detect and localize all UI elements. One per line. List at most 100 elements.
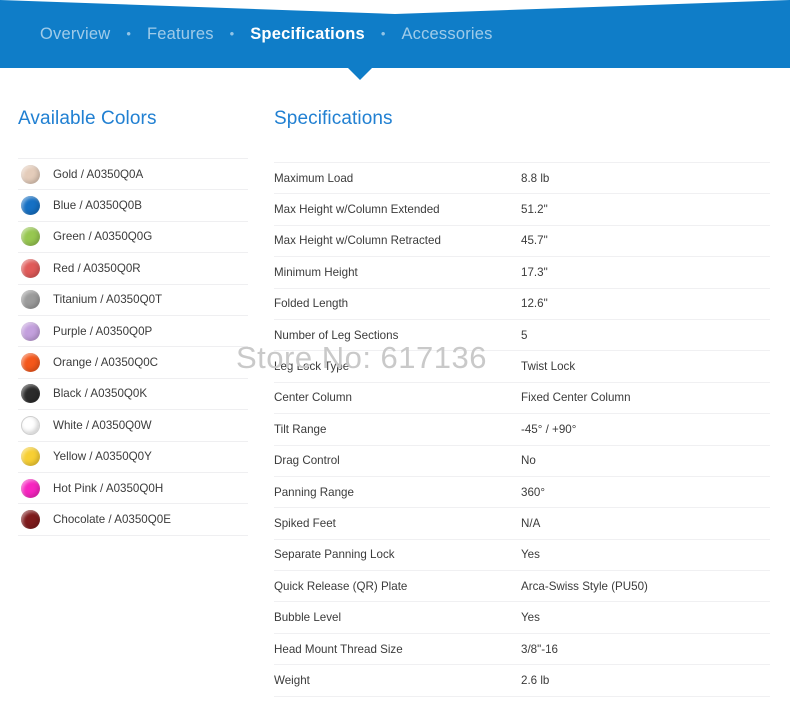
spec-row: Max Height w/Column Extended 51.2" (274, 194, 770, 226)
spec-value: -45° / +90° (521, 422, 577, 436)
color-option-row[interactable]: White / A0350Q0W (18, 410, 248, 442)
color-swatch-icon (21, 415, 40, 435)
available-colors-title: Available Colors (18, 108, 157, 129)
color-option-row[interactable]: Hot Pink / A0350Q0H (18, 473, 248, 505)
available-colors-panel: Available Colors Gold / A0350Q0A Blue / A… (18, 108, 248, 536)
spec-key: Panning Range (274, 485, 354, 499)
specifications-table: Maximum Load 8.8 lb Max Height w/Column Ex… (274, 162, 770, 697)
spec-key: Max Height w/Column Extended (274, 203, 440, 217)
spec-value: 5 (521, 328, 528, 342)
nav-separator-dot-icon: • (126, 25, 131, 41)
color-option-label: Orange / A0350Q0C (53, 356, 159, 370)
spec-value: N/A (521, 516, 541, 530)
color-option-row[interactable]: Blue / A0350Q0B (18, 190, 248, 222)
color-option-row[interactable]: Orange / A0350Q0C (18, 347, 248, 379)
spec-key: Bubble Level (274, 611, 342, 625)
spec-key: Weight (274, 673, 310, 687)
spec-row: Bubble Level Yes (274, 602, 770, 634)
spec-key: Maximum Load (274, 171, 354, 185)
specifications-title: Specifications (274, 108, 393, 129)
color-option-row[interactable]: Purple / A0350Q0P (18, 316, 248, 348)
spec-key: Minimum Height (274, 265, 358, 279)
color-option-label: White / A0350Q0W (53, 418, 152, 432)
color-option-label: Yellow / A0350Q0Y (53, 450, 152, 464)
color-swatch-icon (21, 258, 40, 278)
color-option-row[interactable]: Gold / A0350Q0A (18, 159, 248, 191)
spec-key: Spiked Feet (274, 516, 336, 530)
active-tab-pointer-icon (347, 67, 373, 80)
spec-row: Drag Control No (274, 446, 770, 477)
nav-separator-dot-icon: • (229, 25, 235, 41)
spec-row: Number of Leg Sections 5 (274, 320, 770, 352)
color-option-label: Purple / A0350Q0P (53, 324, 153, 338)
color-swatch-icon (21, 196, 40, 216)
spec-key: Quick Release (QR) Plate (274, 579, 408, 593)
color-option-label: Green / A0350Q0G (53, 230, 153, 244)
nav-item-accessories[interactable]: Accessories (401, 23, 492, 46)
spec-value: 2.6 lb (521, 673, 550, 687)
color-option-label: Hot Pink / A0350Q0H (53, 481, 164, 495)
color-option-row[interactable]: Chocolate / A0350Q0E (18, 504, 248, 536)
color-swatch-icon (21, 290, 40, 310)
color-swatch-icon (21, 447, 40, 467)
color-swatch-icon (21, 227, 40, 247)
spec-value: No (521, 454, 536, 468)
spec-row: Minimum Height 17.3" (274, 257, 770, 289)
color-option-label: Gold / A0350Q0A (53, 167, 144, 181)
spec-value: 3/8"-16 (521, 642, 558, 656)
available-colors-list: Gold / A0350Q0A Blue / A0350Q0B Green / A0… (18, 158, 248, 536)
color-option-label: Titanium / A0350Q0T (53, 293, 163, 307)
color-option-row[interactable]: Titanium / A0350Q0T (18, 285, 248, 316)
color-option-label: Chocolate / A0350Q0E (53, 512, 171, 526)
spec-row: Maximum Load 8.8 lb (274, 163, 770, 195)
spec-row: Quick Release (QR) Plate Arca-Swiss Style… (274, 571, 770, 603)
spec-row: Head Mount Thread Size 3/8"-16 (274, 634, 770, 666)
nav-item-specifications[interactable]: Specifications (250, 23, 365, 46)
spec-row: Max Height w/Column Retracted 45.7" (274, 226, 770, 258)
spec-value: Arca-Swiss Style (PU50) (521, 579, 648, 593)
nav-item-features[interactable]: Features (147, 23, 214, 46)
spec-key: Max Height w/Column Retracted (274, 234, 441, 248)
color-swatch-icon (21, 384, 40, 404)
nav-separator-dot-icon: • (380, 25, 386, 41)
color-swatch-icon (21, 478, 40, 498)
spec-value: 17.3" (521, 265, 548, 279)
spec-key: Head Mount Thread Size (274, 642, 403, 656)
spec-value: 45.7" (521, 234, 548, 248)
spec-value: Yes (521, 548, 540, 562)
spec-value: Fixed Center Column (521, 391, 631, 405)
spec-value: 12.6" (521, 297, 548, 311)
spec-key: Leg Lock Type (274, 360, 350, 374)
specifications-panel: Specifications Maximum Load 8.8 lb Max Hei… (274, 108, 770, 697)
color-option-row[interactable]: Green / A0350Q0G (18, 222, 248, 254)
spec-row: Separate Panning Lock Yes (274, 540, 770, 572)
spec-row: Weight 2.6 lb (274, 665, 770, 697)
spec-key: Center Column (274, 391, 352, 405)
spec-key: Folded Length (274, 297, 349, 311)
color-option-row[interactable]: Black / A0350Q0K (18, 379, 248, 411)
spec-value: 51.2" (521, 203, 548, 217)
color-option-label: Black / A0350Q0K (53, 387, 148, 401)
spec-value: 8.8 lb (521, 171, 550, 185)
primary-navigation: Overview • Features • Specifications • Accesso… (0, 0, 790, 68)
spec-key: Drag Control (274, 454, 340, 468)
color-option-label: Blue / A0350Q0B (53, 199, 142, 213)
spec-row: Panning Range 360° (274, 477, 770, 509)
spec-row: Folded Length 12.6" (274, 289, 770, 320)
color-option-row[interactable]: Red / A0350Q0R (18, 253, 248, 285)
spec-value: Twist Lock (521, 360, 576, 374)
color-swatch-icon (21, 321, 40, 341)
spec-key: Number of Leg Sections (274, 328, 399, 342)
spec-row: Leg Lock Type Twist Lock (274, 351, 770, 383)
spec-value: 360° (521, 485, 545, 499)
color-swatch-icon (21, 353, 40, 373)
spec-row: Spiked Feet N/A (274, 508, 770, 540)
color-option-row[interactable]: Yellow / A0350Q0Y (18, 442, 248, 473)
spec-value: Yes (521, 611, 540, 625)
spec-row: Center Column Fixed Center Column (274, 383, 770, 415)
color-swatch-icon (21, 164, 40, 184)
page-content: Available Colors Gold / A0350Q0A Blue / A… (0, 68, 790, 713)
color-option-label: Red / A0350Q0R (53, 261, 141, 275)
color-swatch-icon (21, 509, 40, 529)
nav-item-overview[interactable]: Overview (40, 23, 110, 46)
